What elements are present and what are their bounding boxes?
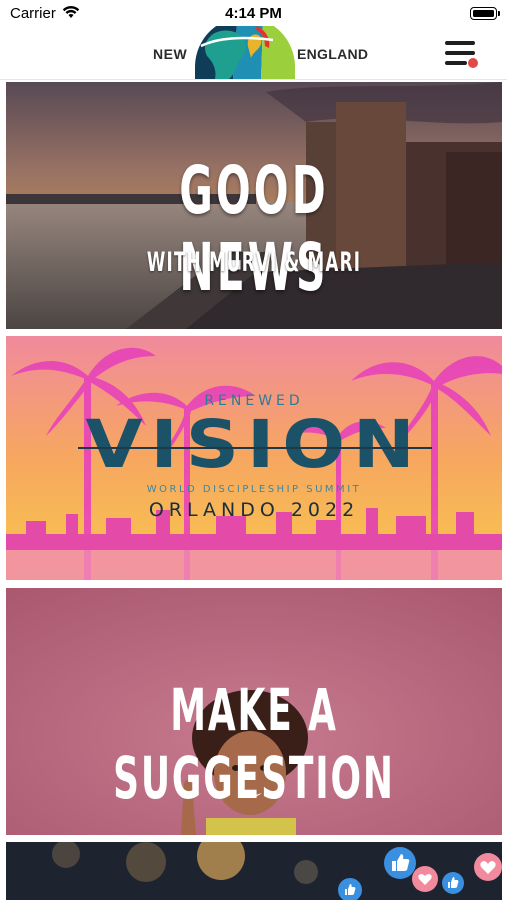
social-card[interactable] xyxy=(6,842,502,900)
like-icon xyxy=(338,878,362,900)
hamburger-menu-button[interactable] xyxy=(443,38,483,72)
notification-dot xyxy=(467,57,479,69)
brand-text-left: NEW xyxy=(153,46,188,62)
like-icon xyxy=(442,872,464,894)
heart-icon xyxy=(474,853,502,881)
good-news-card[interactable]: GOOD NEWS WITH MURVI & MARI xyxy=(6,82,502,329)
vision-divider-line xyxy=(78,447,432,449)
menu-line xyxy=(445,51,475,55)
vision-summit-text: WORLD DISCIPLESHIP SUMMIT xyxy=(146,484,362,495)
card-subtitle: WITH MURVI & MARI xyxy=(146,247,362,278)
status-bar: Carrier 4:14 PM xyxy=(0,0,507,26)
menu-line xyxy=(445,61,467,65)
battery-icon xyxy=(470,7,500,20)
app-header: NEW ENGLAND xyxy=(0,26,507,80)
heart-icon xyxy=(412,866,438,892)
menu-line xyxy=(445,41,475,45)
card-title: MAKE A SUGGESTION xyxy=(113,676,395,812)
globe-logo-icon[interactable] xyxy=(193,26,297,79)
vision-main-word: VISION xyxy=(85,406,423,483)
renewed-vision-card[interactable]: RENEWED VISION WORLD DISCIPLESHIP SUMMIT… xyxy=(6,336,502,580)
clock-time: 4:14 PM xyxy=(225,5,282,22)
card-title: GOOD NEWS xyxy=(179,152,329,306)
brand-text-right: ENGLAND xyxy=(297,46,369,62)
make-suggestion-card[interactable]: MAKE A SUGGESTION xyxy=(6,588,502,835)
vision-location-year: ORLANDO 2022 xyxy=(148,499,360,521)
